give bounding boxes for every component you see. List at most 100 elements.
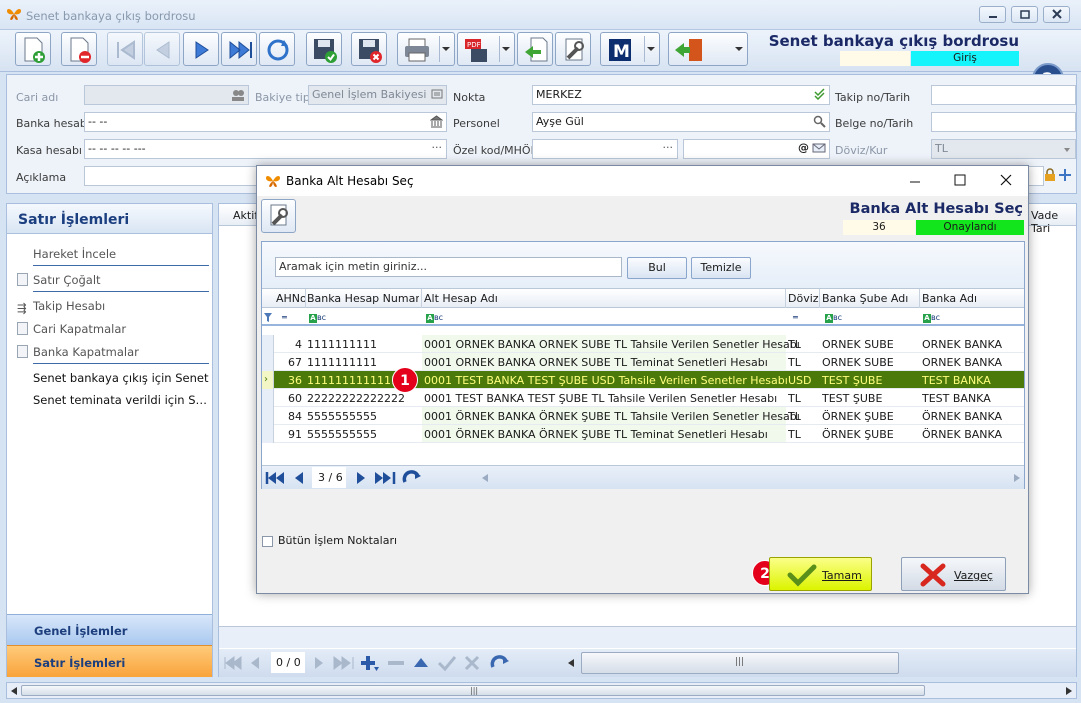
column-banka-sube-adi[interactable]: Banka Şube Adı: [822, 292, 908, 305]
menu-item-banka-kapatmalar[interactable]: Banka Kapatmalar: [17, 345, 139, 359]
doviz-select[interactable]: TL: [931, 139, 1076, 159]
personel-field[interactable]: Ayşe Gül: [532, 112, 830, 132]
column-alt-hesap-adi[interactable]: Alt Hesap Adı: [424, 292, 498, 305]
filter-icon[interactable]: [264, 313, 272, 322]
window-hscroll[interactable]: |||: [6, 682, 1077, 699]
add-icon[interactable]: [1058, 168, 1072, 182]
takip-field[interactable]: [931, 85, 1076, 105]
new-document-icon: [24, 37, 45, 63]
first-icon[interactable]: [223, 656, 243, 670]
maximize-button[interactable]: [1011, 6, 1038, 23]
move-up-icon[interactable]: [413, 656, 429, 670]
first-record-button[interactable]: [107, 32, 143, 66]
svg-text:PDF: PDF: [467, 41, 481, 49]
column-banka-adi[interactable]: Banka Adı: [922, 292, 977, 305]
close-icon[interactable]: [999, 173, 1013, 187]
table-row[interactable]: 60 22222222222222 0001 TEST BANKA TEST Ş…: [262, 389, 1024, 407]
clear-button[interactable]: Temizle: [691, 257, 751, 279]
import-button[interactable]: [517, 32, 553, 66]
previous-icon[interactable]: [293, 471, 305, 485]
column-vade-tarihi[interactable]: Vade Tari: [1031, 209, 1076, 235]
scroll-left-icon[interactable]: [481, 473, 489, 483]
confirm-icon[interactable]: [438, 655, 456, 671]
cancel-save-button[interactable]: [351, 32, 387, 66]
menu-item-satir-cogalt[interactable]: Satır Çoğalt: [17, 273, 101, 287]
cell-doviz: TL: [788, 392, 801, 405]
dialog-tools-button[interactable]: [261, 199, 296, 233]
menu-item-takip-hesabi[interactable]: ⇶ Takip Hesabı: [17, 299, 105, 315]
scroll-right-icon[interactable]: [1013, 473, 1021, 483]
column-ahno[interactable]: AHNo: [276, 292, 305, 305]
cancel-icon[interactable]: [464, 655, 480, 671]
next-icon[interactable]: [313, 656, 325, 670]
table-row[interactable]: 84 5555555555 0001 ÖRNEK BANKA ÖRNEK ŞUB…: [262, 407, 1024, 425]
minimize-icon[interactable]: [908, 174, 922, 188]
cari-adi-field[interactable]: [84, 85, 249, 105]
mhok-field[interactable]: @: [683, 139, 830, 159]
last-record-button[interactable]: [221, 32, 257, 66]
minimize-button[interactable]: [979, 6, 1006, 23]
close-button[interactable]: [1043, 6, 1070, 23]
table-row[interactable]: 67 1111111111 0001 ORNEK BANKA ORNEK SUB…: [262, 353, 1024, 371]
banka-alt-hesabi-dialog: Banka Alt Hesabı Seç Banka Alt Hesabı Se…: [256, 165, 1029, 594]
maximize-icon[interactable]: [953, 173, 967, 187]
save-button[interactable]: [306, 32, 342, 66]
delete-record-button[interactable]: [61, 32, 97, 66]
next-record-button[interactable]: [183, 32, 219, 66]
equals-filter-icon[interactable]: ═: [282, 313, 287, 322]
column-aktif[interactable]: Aktif: [233, 209, 258, 222]
lines-hscroll-thumb[interactable]: |||: [581, 652, 899, 674]
all-points-checkbox[interactable]: [262, 536, 273, 547]
text-filter-icon[interactable]: Aʙc: [426, 313, 443, 323]
table-row[interactable]: 91 5555555555 0001 ÖRNEK BANKA ÖRNEK ŞUB…: [262, 425, 1024, 443]
find-button[interactable]: Bul: [627, 257, 687, 279]
column-doviz[interactable]: Döviz: [788, 292, 819, 305]
scroll-right-icon[interactable]: [1065, 686, 1073, 696]
refresh-icon[interactable]: [490, 655, 510, 671]
belge-field[interactable]: [931, 112, 1076, 132]
menu-item-teminat-senet-sec[interactable]: Senet teminata verildi için Senet Seç: [33, 393, 209, 407]
lock-icon[interactable]: [1044, 168, 1056, 182]
remove-icon[interactable]: [387, 656, 405, 670]
menu-item-hareket-incele[interactable]: Hareket İncele: [33, 247, 116, 261]
table-row[interactable]: 4 1111111111 0001 ORNEK BANKA ORNEK SUBE…: [262, 335, 1024, 353]
exit-dropdown[interactable]: [668, 32, 748, 66]
equals-filter-icon[interactable]: ═: [793, 313, 798, 322]
m-module-dropdown[interactable]: M: [600, 32, 660, 66]
satir-islemleri-tab[interactable]: Satır İşlemleri: [7, 645, 212, 677]
pdf-export-dropdown[interactable]: PDF: [457, 32, 515, 66]
next-icon[interactable]: [355, 471, 367, 485]
previous-icon[interactable]: [249, 656, 261, 670]
search-input[interactable]: Aramak için metin giriniz...: [275, 257, 622, 277]
table-row-selected[interactable]: › 36 11111111111112 0001 TEST BANKA TEST…: [262, 371, 1024, 389]
text-filter-icon[interactable]: Aʙc: [923, 313, 940, 323]
text-filter-icon[interactable]: Aʙc: [825, 313, 842, 323]
print-dropdown[interactable]: [397, 32, 455, 66]
last-icon[interactable]: [374, 471, 396, 485]
last-icon[interactable]: [333, 656, 355, 670]
refresh-button[interactable]: [259, 32, 295, 66]
column-banka-hesap-numarasi[interactable]: Banka Hesap Numarası: [307, 292, 419, 305]
refresh-icon[interactable]: [402, 470, 422, 486]
ozel-kod-field[interactable]: ···: [532, 139, 678, 159]
add-icon[interactable]: [360, 655, 380, 673]
nokta-field[interactable]: MERKEZ: [532, 85, 830, 105]
tools-button[interactable]: [555, 32, 591, 66]
cancel-button-label: Vazgeç: [954, 569, 993, 582]
cancel-button[interactable]: Vazgeç: [901, 557, 1006, 591]
new-record-button[interactable]: [15, 32, 51, 66]
banka-hesabi-field[interactable]: -- --: [84, 112, 447, 132]
scroll-left-icon[interactable]: [567, 658, 575, 668]
genel-islemler-tab[interactable]: Genel İşlemler: [7, 614, 212, 645]
chevron-down-icon: [502, 47, 510, 51]
previous-record-button[interactable]: [144, 32, 180, 66]
scroll-left-icon[interactable]: [10, 686, 18, 696]
text-filter-icon[interactable]: Aʙc: [309, 313, 326, 323]
ok-button[interactable]: Tamam: [769, 557, 872, 591]
first-icon[interactable]: [265, 471, 285, 485]
bakiye-tipi-field[interactable]: Genel İşlem Bakiyesi: [308, 85, 447, 105]
menu-item-senet-sec[interactable]: Senet bankaya çıkış için Senet Seç: [33, 371, 209, 385]
menu-item-cari-kapatmalar[interactable]: Cari Kapatmalar: [17, 322, 126, 336]
kasa-hesabi-field[interactable]: -- -- -- -- --- ···: [84, 139, 447, 159]
window-hscroll-thumb[interactable]: |||: [21, 685, 925, 696]
